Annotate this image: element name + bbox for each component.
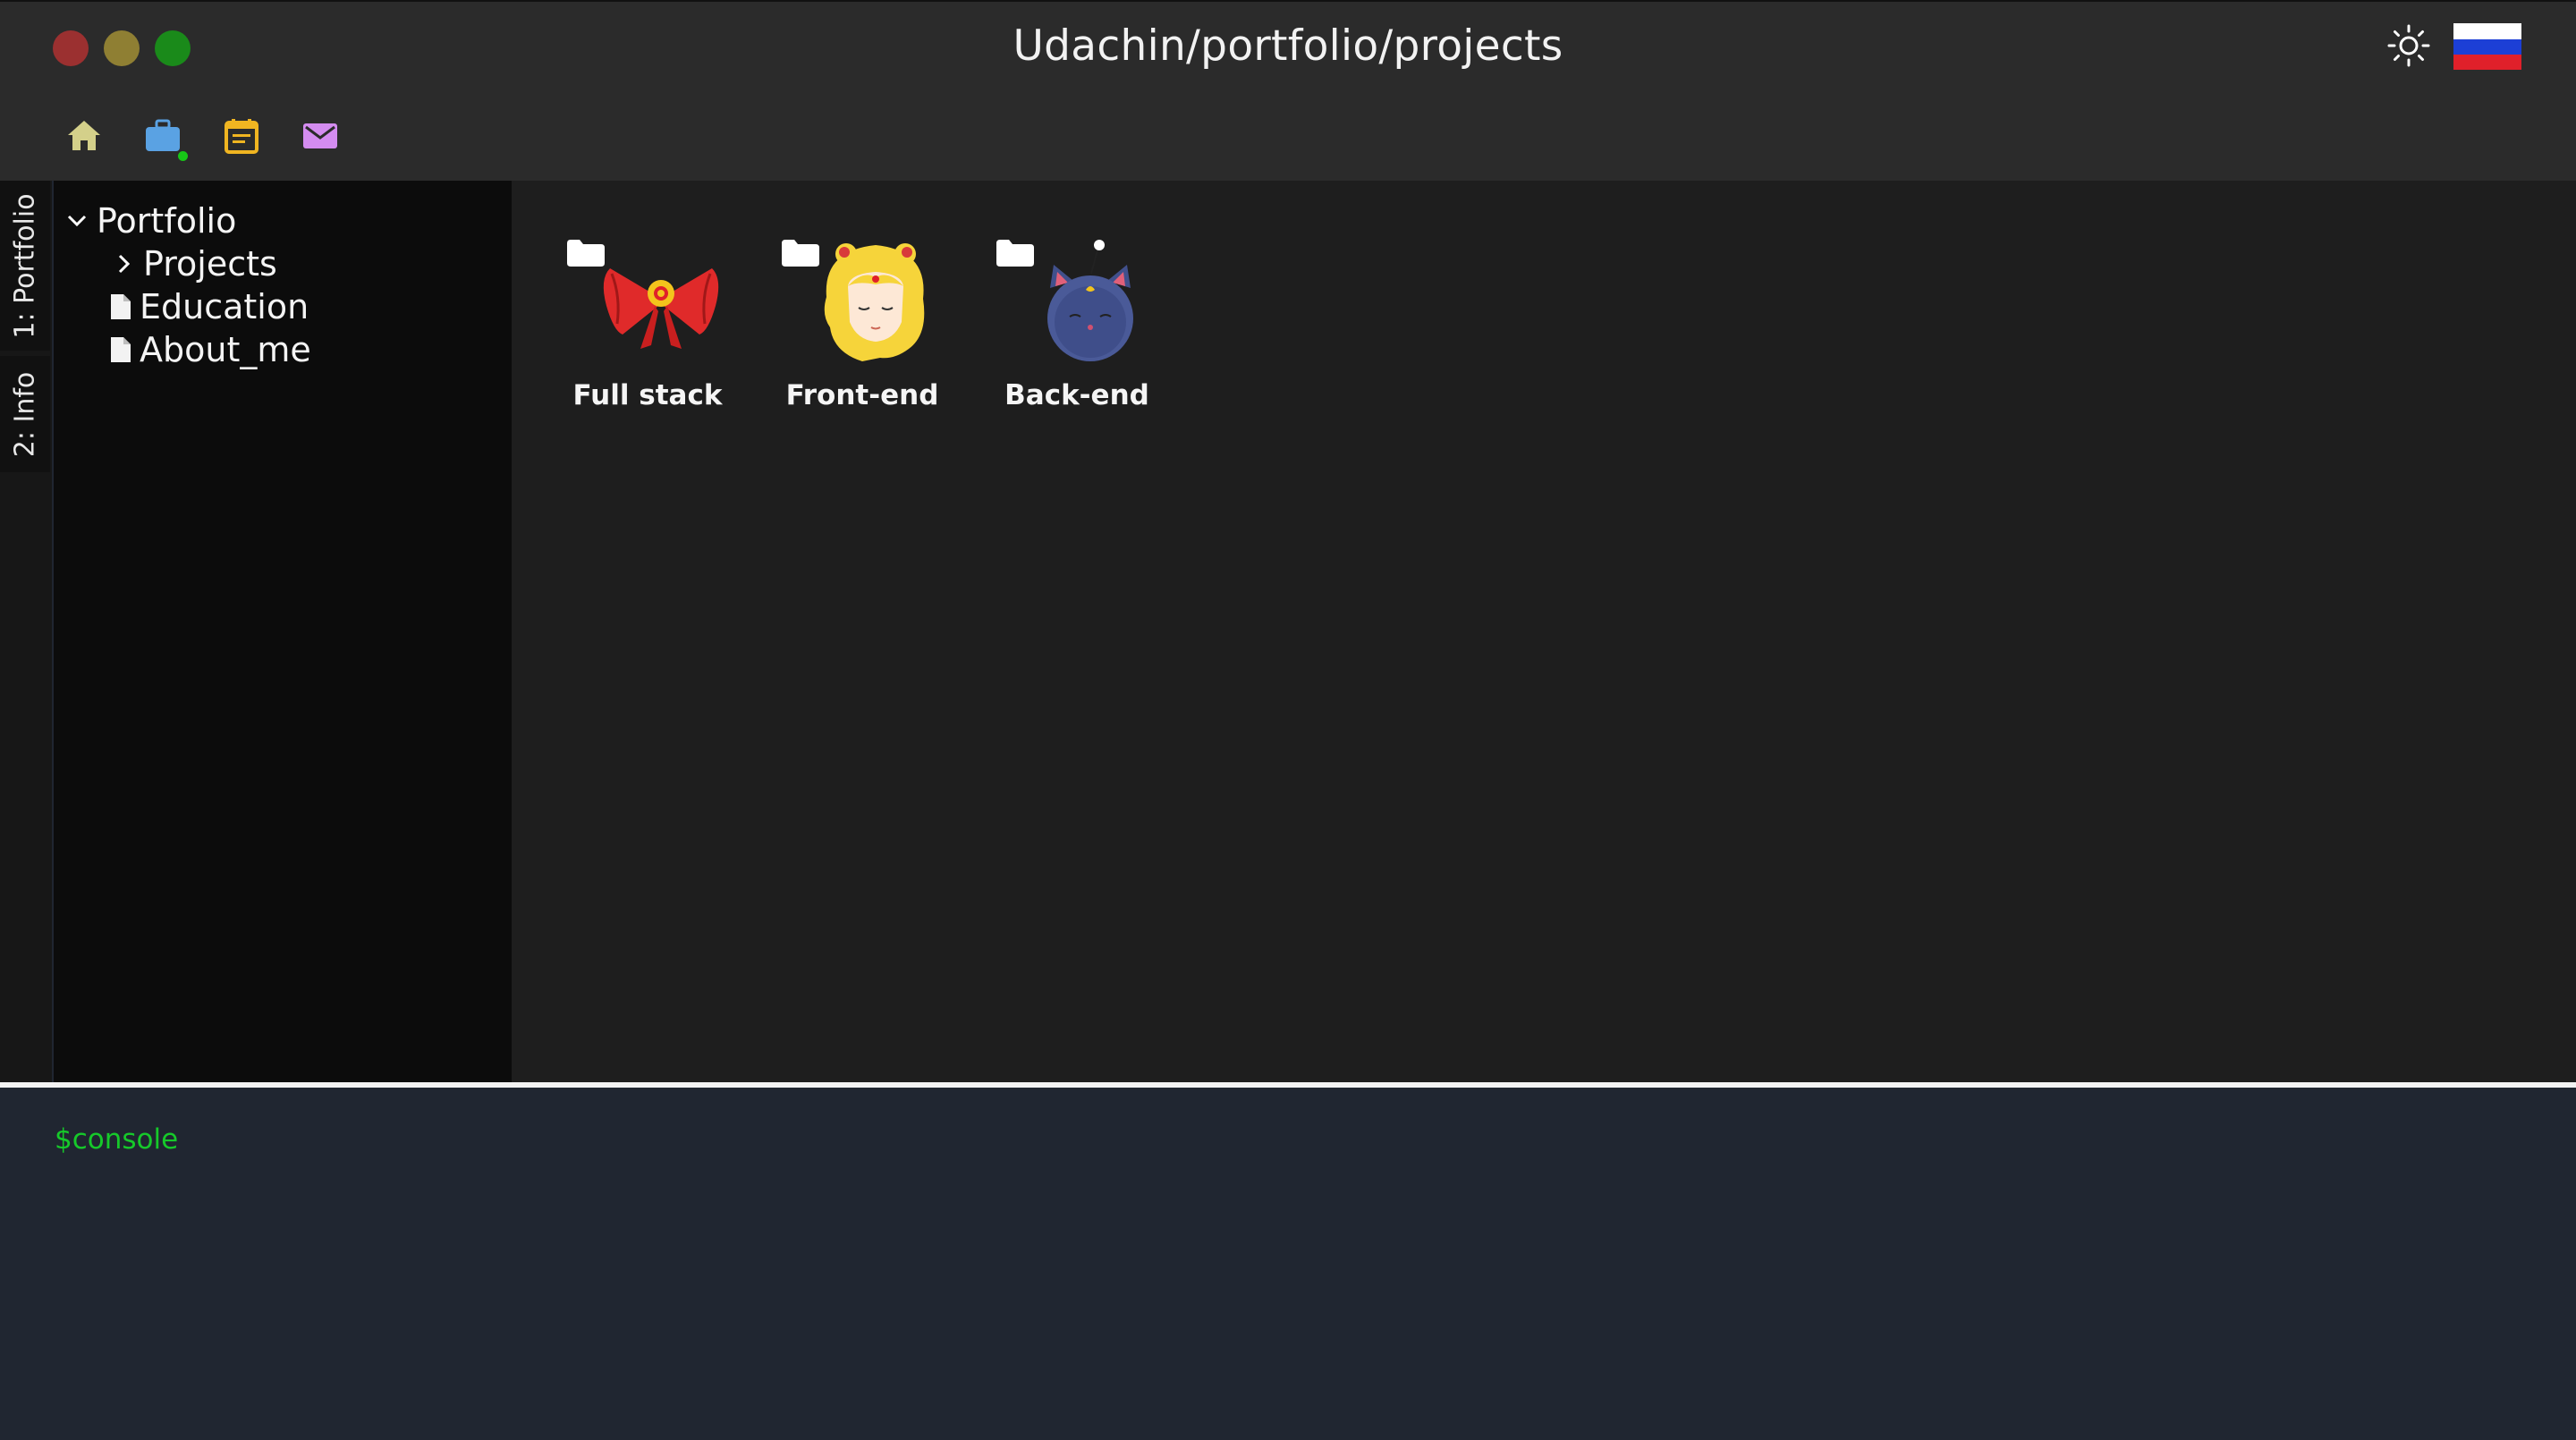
folder-view: Full stack Front-end Back-end bbox=[512, 181, 2576, 1082]
activity-bar: 1: Portfolio 2: Info bbox=[0, 181, 52, 1082]
console-prompt: $console bbox=[55, 1123, 179, 1156]
briefcase-icon[interactable] bbox=[143, 116, 188, 161]
tree-item-projects[interactable]: Projects bbox=[113, 243, 277, 284]
tree-item-label: Education bbox=[140, 287, 309, 326]
mail-icon[interactable] bbox=[301, 116, 340, 156]
tab-info[interactable]: 2: Info bbox=[0, 356, 50, 472]
file-icon bbox=[111, 337, 131, 362]
tree-item-education[interactable]: Education bbox=[111, 286, 309, 327]
file-icon bbox=[111, 294, 131, 319]
online-status-dot bbox=[178, 151, 188, 161]
explorer-panel: Portfolio Projects Education About_me bbox=[54, 181, 512, 1082]
folder-full-stack[interactable]: Full stack bbox=[567, 234, 746, 413]
chevron-down-icon bbox=[67, 215, 87, 227]
calendar-icon[interactable] bbox=[222, 116, 261, 156]
tree-item-label: Projects bbox=[143, 244, 277, 284]
tree-item-label: Portfolio bbox=[97, 201, 237, 241]
cat-face-icon bbox=[1047, 240, 1133, 361]
title-bar: Udachin/portfolio/projects bbox=[0, 0, 2576, 181]
home-icon[interactable] bbox=[64, 116, 104, 156]
folder-label: Full stack bbox=[572, 379, 723, 411]
russia-flag-icon[interactable] bbox=[2453, 23, 2521, 70]
console-panel[interactable]: $console bbox=[0, 1088, 2576, 1440]
window-title: Udachin/portfolio/projects bbox=[1013, 21, 1563, 71]
folder-front-end[interactable]: Front-end bbox=[782, 234, 961, 413]
folder-label: Back-end bbox=[1004, 379, 1149, 411]
sun-icon[interactable] bbox=[2386, 23, 2431, 68]
sailor-girl-icon bbox=[824, 243, 925, 361]
folder-back-end[interactable]: Back-end bbox=[996, 234, 1175, 413]
folder-label: Front-end bbox=[785, 379, 939, 411]
tab-portfolio[interactable]: 1: Portfolio bbox=[0, 181, 50, 351]
tree-item-portfolio[interactable]: Portfolio bbox=[66, 200, 236, 241]
red-bow-icon bbox=[603, 268, 719, 349]
toolbar bbox=[64, 116, 340, 161]
tree-item-about-me[interactable]: About_me bbox=[111, 329, 311, 370]
tab-portfolio-label: 1: Portfolio bbox=[9, 192, 41, 339]
tab-info-label: 2: Info bbox=[9, 371, 41, 457]
tree-item-label: About_me bbox=[140, 330, 311, 369]
chevron-right-icon bbox=[118, 254, 131, 274]
